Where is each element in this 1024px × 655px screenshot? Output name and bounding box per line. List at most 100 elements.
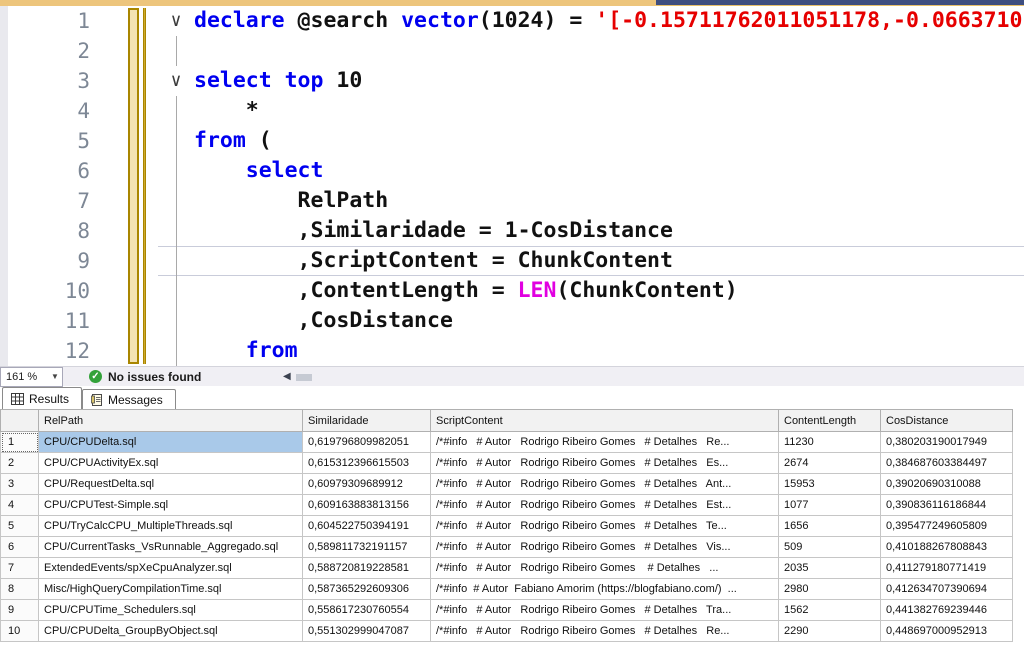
cell-cosdistance[interactable]: 0,411279180771419	[881, 558, 1013, 579]
code-line-9[interactable]: 9 ,ScriptContent = ChunkContent	[0, 246, 1024, 276]
zoom-level-dropdown[interactable]: 161 % ▼	[0, 367, 63, 387]
cell-relpath[interactable]: CPU/RequestDelta.sql	[39, 474, 303, 495]
cell-similaridade[interactable]: 0,588720819228581	[303, 558, 431, 579]
fold-collapse-icon[interactable]: ∨	[158, 66, 194, 96]
code-text[interactable]: ,ScriptContent = ChunkContent	[194, 246, 1024, 276]
cell-cosdistance[interactable]: 0,441382769239446	[881, 600, 1013, 621]
cell-contentlength[interactable]: 1656	[779, 516, 881, 537]
col-header-cosdistance[interactable]: CosDistance	[881, 410, 1013, 432]
cell-scriptcontent[interactable]: /*#info # Autor Rodrigo Ribeiro Gomes # …	[431, 495, 779, 516]
cell-similaridade[interactable]: 0,589811732191157	[303, 537, 431, 558]
cell-scriptcontent[interactable]: /*#info # Autor Rodrigo Ribeiro Gomes # …	[431, 432, 779, 453]
code-text[interactable]: RelPath	[194, 186, 1024, 216]
cell-similaridade[interactable]: 0,619796809982051	[303, 432, 431, 453]
cell-relpath[interactable]: CPU/CPUDelta.sql	[39, 432, 303, 453]
cell-similaridade[interactable]: 0,609163883813156	[303, 495, 431, 516]
cell-contentlength[interactable]: 2980	[779, 579, 881, 600]
code-line-1[interactable]: 1∨declare @search vector(1024) = '[-0.15…	[0, 6, 1024, 36]
cell-scriptcontent[interactable]: /*#info # Autor Fabiano Amorim (https://…	[431, 579, 779, 600]
code-line-12[interactable]: 12 from	[0, 336, 1024, 366]
code-text[interactable]: ,CosDistance	[194, 306, 1024, 336]
code-line-2[interactable]: 2	[0, 36, 1024, 66]
grid-corner-header[interactable]	[1, 410, 39, 432]
col-header-relpath[interactable]: RelPath	[39, 410, 303, 432]
cell-similaridade[interactable]: 0,551302999047087	[303, 621, 431, 642]
cell-contentlength[interactable]: 1077	[779, 495, 881, 516]
cell-contentlength[interactable]: 15953	[779, 474, 881, 495]
cell-cosdistance[interactable]: 0,395477249605809	[881, 516, 1013, 537]
code-text[interactable]: ,ContentLength = LEN(ChunkContent)	[194, 276, 1024, 306]
cell-contentlength[interactable]: 1562	[779, 600, 881, 621]
horizontal-scrollbar-thumb[interactable]	[296, 374, 312, 381]
code-text[interactable]: ,Similaridade = 1-CosDistance	[194, 216, 1024, 246]
cell-contentlength[interactable]: 11230	[779, 432, 881, 453]
cell-relpath[interactable]: CPU/CPUDelta_GroupByObject.sql	[39, 621, 303, 642]
row-number-cell[interactable]: 1	[1, 432, 39, 453]
cell-cosdistance[interactable]: 0,448697000952913	[881, 621, 1013, 642]
code-text[interactable]: *	[194, 96, 1024, 126]
cell-relpath[interactable]: CPU/CPUActivityEx.sql	[39, 453, 303, 474]
row-number-cell[interactable]: 2	[1, 453, 39, 474]
code-text[interactable]: from (	[194, 126, 1024, 156]
row-number-cell[interactable]: 6	[1, 537, 39, 558]
code-line-11[interactable]: 11 ,CosDistance	[0, 306, 1024, 336]
cell-relpath[interactable]: Misc/HighQueryCompilationTime.sql	[39, 579, 303, 600]
code-line-5[interactable]: 5from (	[0, 126, 1024, 156]
scroll-left-arrow-icon[interactable]: ◀	[283, 371, 291, 382]
col-header-contentlength[interactable]: ContentLength	[779, 410, 881, 432]
row-number-cell[interactable]: 5	[1, 516, 39, 537]
cell-cosdistance[interactable]: 0,390836116186844	[881, 495, 1013, 516]
cell-cosdistance[interactable]: 0,384687603384497	[881, 453, 1013, 474]
cell-similaridade[interactable]: 0,558617230760554	[303, 600, 431, 621]
fold-collapse-icon[interactable]: ∨	[158, 6, 194, 36]
cell-relpath[interactable]: CPU/TryCalcCPU_MultipleThreads.sql	[39, 516, 303, 537]
row-number-cell[interactable]: 4	[1, 495, 39, 516]
row-number-cell[interactable]: 10	[1, 621, 39, 642]
cell-relpath[interactable]: ExtendedEvents/spXeCpuAnalyzer.sql	[39, 558, 303, 579]
code-line-4[interactable]: 4 *	[0, 96, 1024, 126]
cell-contentlength[interactable]: 509	[779, 537, 881, 558]
cell-similaridade[interactable]: 0,60979309689912	[303, 474, 431, 495]
tab-results[interactable]: Results	[2, 387, 82, 409]
cell-scriptcontent[interactable]: /*#info # Autor Rodrigo Ribeiro Gomes # …	[431, 621, 779, 642]
line-number: 2	[0, 36, 100, 66]
col-header-scriptcontent[interactable]: ScriptContent	[431, 410, 779, 432]
col-header-similaridade[interactable]: Similaridade	[303, 410, 431, 432]
code-line-3[interactable]: 3∨select top 10	[0, 66, 1024, 96]
code-text[interactable]: from	[194, 336, 1024, 366]
cell-scriptcontent[interactable]: /*#info # Autor Rodrigo Ribeiro Gomes # …	[431, 558, 779, 579]
cell-scriptcontent[interactable]: /*#info # Autor Rodrigo Ribeiro Gomes # …	[431, 537, 779, 558]
tab-messages[interactable]: Messages	[82, 389, 176, 409]
code-text[interactable]: select	[194, 156, 1024, 186]
row-number-cell[interactable]: 9	[1, 600, 39, 621]
cell-scriptcontent[interactable]: /*#info # Autor Rodrigo Ribeiro Gomes # …	[431, 474, 779, 495]
cell-relpath[interactable]: CPU/CPUTest-Simple.sql	[39, 495, 303, 516]
cell-similaridade[interactable]: 0,604522750394191	[303, 516, 431, 537]
cell-scriptcontent[interactable]: /*#info # Autor Rodrigo Ribeiro Gomes # …	[431, 453, 779, 474]
cell-scriptcontent[interactable]: /*#info # Autor Rodrigo Ribeiro Gomes # …	[431, 600, 779, 621]
cell-scriptcontent[interactable]: /*#info # Autor Rodrigo Ribeiro Gomes # …	[431, 516, 779, 537]
cell-cosdistance[interactable]: 0,412634707390694	[881, 579, 1013, 600]
cell-contentlength[interactable]: 2035	[779, 558, 881, 579]
cell-relpath[interactable]: CPU/CurrentTasks_VsRunnable_Aggregado.sq…	[39, 537, 303, 558]
code-text[interactable]: declare @search vector(1024) = '[-0.1571…	[194, 6, 1024, 36]
cell-contentlength[interactable]: 2674	[779, 453, 881, 474]
cell-contentlength[interactable]: 2290	[779, 621, 881, 642]
cell-cosdistance[interactable]: 0,380203190017949	[881, 432, 1013, 453]
code-line-10[interactable]: 10 ,ContentLength = LEN(ChunkContent)	[0, 276, 1024, 306]
sql-editor[interactable]: 1∨declare @search vector(1024) = '[-0.15…	[0, 6, 1024, 366]
row-number-cell[interactable]: 3	[1, 474, 39, 495]
cell-relpath[interactable]: CPU/CPUTime_Schedulers.sql	[39, 600, 303, 621]
cell-similaridade[interactable]: 0,587365292609306	[303, 579, 431, 600]
change-track-gap	[100, 336, 158, 366]
code-text[interactable]	[194, 36, 1024, 66]
cell-cosdistance[interactable]: 0,410188267808843	[881, 537, 1013, 558]
cell-similaridade[interactable]: 0,615312396615503	[303, 453, 431, 474]
code-line-7[interactable]: 7 RelPath	[0, 186, 1024, 216]
code-line-6[interactable]: 6 select	[0, 156, 1024, 186]
row-number-cell[interactable]: 7	[1, 558, 39, 579]
row-number-cell[interactable]: 8	[1, 579, 39, 600]
code-text[interactable]: select top 10	[194, 66, 1024, 96]
cell-cosdistance[interactable]: 0,39020690310088	[881, 474, 1013, 495]
code-line-8[interactable]: 8 ,Similaridade = 1-CosDistance	[0, 216, 1024, 246]
